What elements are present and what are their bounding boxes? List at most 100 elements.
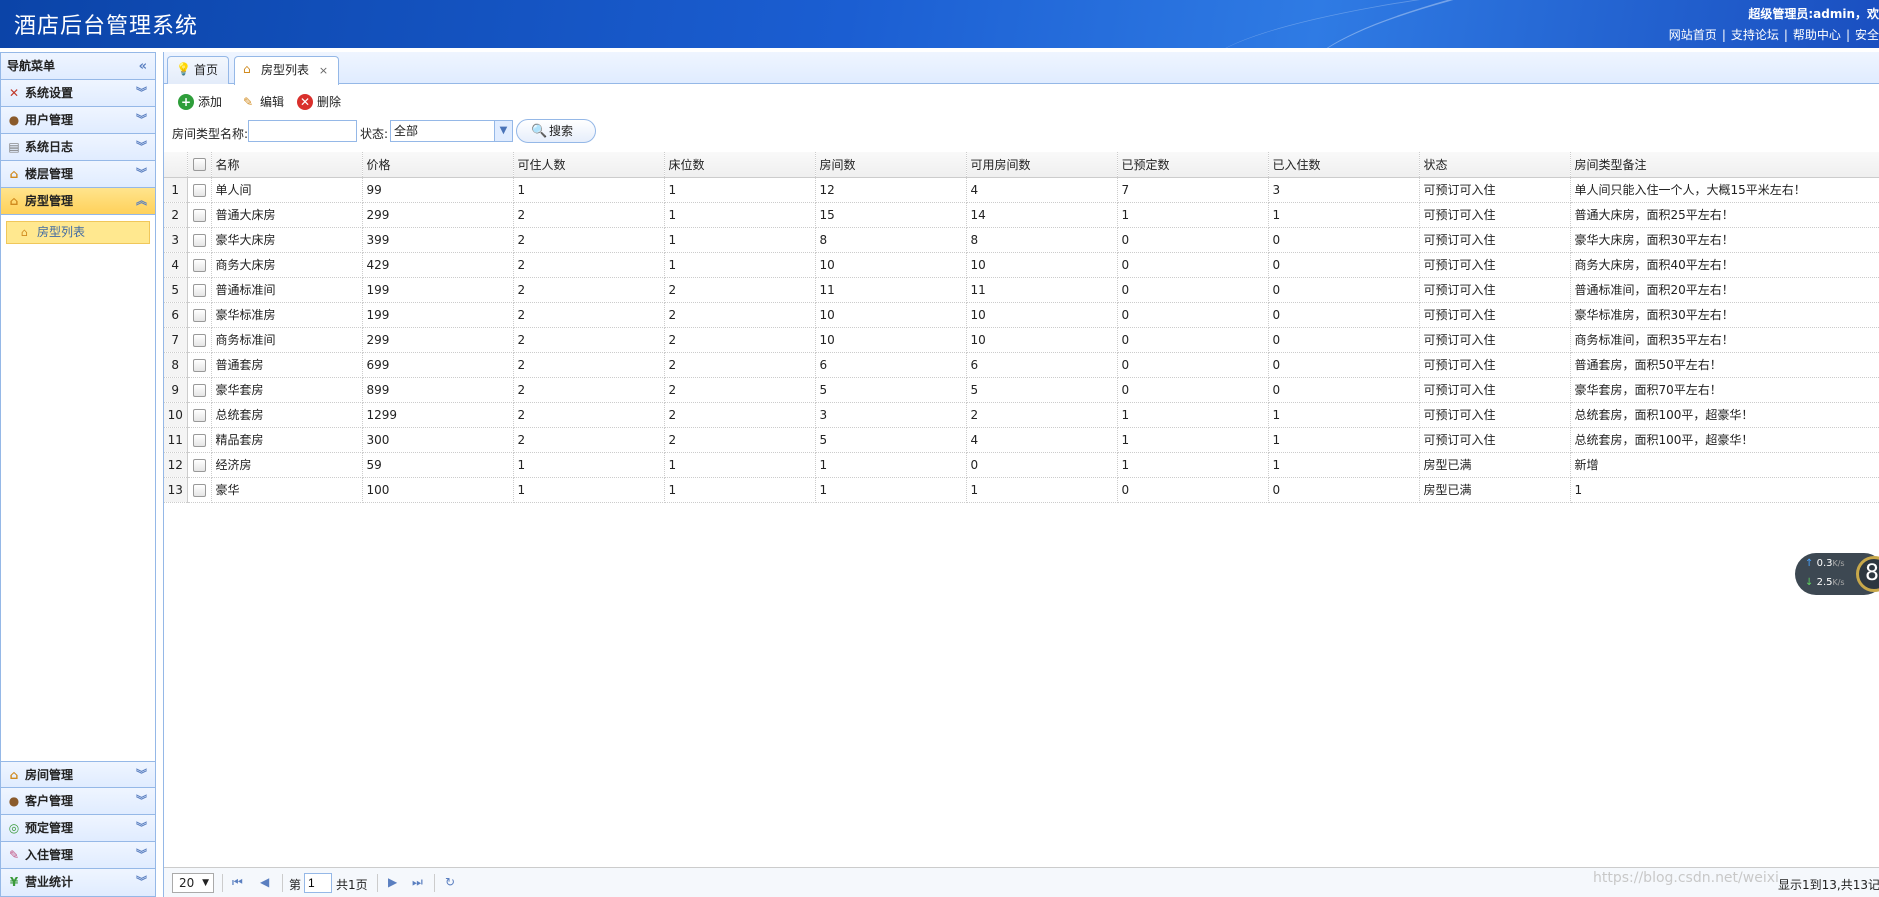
- table-cell: 1: [513, 452, 665, 478]
- sidebar-item-system-settings[interactable]: ✕ 系统设置 ︾: [1, 80, 155, 107]
- column-header[interactable]: 可用房间数: [966, 152, 1118, 178]
- first-page-icon[interactable]: ⏮: [232, 875, 243, 890]
- add-button[interactable]: + 添加: [178, 93, 222, 111]
- select-all-checkbox[interactable]: [192, 158, 206, 172]
- sidebar-item-customer-management[interactable]: ● 客户管理 ︾: [1, 788, 155, 815]
- prev-page-icon[interactable]: ◀: [260, 875, 269, 889]
- column-header[interactable]: 可住人数: [513, 152, 665, 178]
- sidebar-item-user-management[interactable]: ● 用户管理 ︾: [1, 107, 155, 134]
- table-cell: 商务标准间: [211, 327, 363, 353]
- column-header[interactable]: 床位数: [664, 152, 816, 178]
- column-header[interactable]: 状态: [1419, 152, 1571, 178]
- row-checkbox[interactable]: [192, 258, 206, 272]
- table-cell: 1: [1117, 202, 1269, 228]
- column-header[interactable]: 名称: [211, 152, 363, 178]
- double-chevron-left-icon[interactable]: «: [139, 53, 147, 80]
- table-cell: 普通套房，面积50平左右！: [1570, 352, 1879, 378]
- row-checkbox-cell: [187, 427, 212, 453]
- sidebar-item-room-type-management[interactable]: ⌂ 房型管理 ︽: [1, 188, 155, 215]
- chevron-down-icon: ▼: [494, 121, 512, 141]
- sidebar-item-label: 用户管理: [25, 113, 74, 127]
- table-cell: 10: [966, 327, 1118, 353]
- row-checkbox[interactable]: [192, 483, 206, 497]
- row-checkbox[interactable]: [192, 208, 206, 222]
- sidebar-item-system-log[interactable]: ▤ 系统日志 ︾: [1, 134, 155, 161]
- page-number-input[interactable]: [304, 873, 332, 893]
- row-checkbox[interactable]: [192, 183, 206, 197]
- table-cell: 8: [966, 227, 1118, 253]
- link-support-forum[interactable]: 支持论坛: [1731, 28, 1779, 42]
- edit-button[interactable]: ✎ 编辑: [240, 93, 284, 111]
- table-row[interactable]: 13 豪华 100 1 1 1 1 0 0 房型已满 1: [164, 477, 1879, 503]
- column-header[interactable]: 已预定数: [1117, 152, 1269, 178]
- row-checkbox[interactable]: [192, 233, 206, 247]
- chevron-down-icon: ︾: [136, 140, 147, 153]
- sidebar-item-label: 楼层管理: [25, 167, 74, 181]
- next-page-icon[interactable]: ▶: [388, 875, 397, 889]
- table-row[interactable]: 6 豪华标准房 199 2 2 10 10 0 0 可预订可入住 豪华标准房，面积30平左右！: [164, 302, 1879, 328]
- row-checkbox[interactable]: [192, 333, 206, 347]
- network-speed-widget[interactable]: ↑ 0.3K/s ↓ 2.5K/s 8: [1795, 553, 1879, 595]
- table-cell: 2: [664, 327, 816, 353]
- page-size-select[interactable]: 20 ▼: [172, 873, 214, 893]
- row-checkbox-cell: [187, 177, 212, 203]
- status-label: 状态:: [360, 127, 389, 141]
- table-row[interactable]: 2 普通大床房 299 2 1 15 14 1 1 可预订可入住 普通大床房，面积25平左右！: [164, 202, 1879, 228]
- table-row[interactable]: 3 豪华大床房 399 2 1 8 8 0 0 可预订可入住 豪华大床房，面积30平左右！: [164, 227, 1879, 253]
- table-row[interactable]: 5 普通标准间 199 2 2 11 11 0 0 可预订可入住 普通标准间，面积20平左右！: [164, 277, 1879, 303]
- table-cell: 1: [1268, 452, 1420, 478]
- table-row[interactable]: 9 豪华套房 899 2 2 5 5 0 0 可预订可入住 豪华套房，面积70平左右！: [164, 377, 1879, 403]
- row-checkbox[interactable]: [192, 358, 206, 372]
- table-row[interactable]: 11 精品套房 300 2 2 5 4 1 1 可预订可入住 总统套房，面积100平，超豪华！: [164, 427, 1879, 453]
- row-checkbox[interactable]: [192, 408, 206, 422]
- table-cell: 精品套房: [211, 427, 363, 453]
- table-cell: 14: [966, 202, 1118, 228]
- column-header[interactable]: 房间数: [815, 152, 967, 178]
- row-checkbox[interactable]: [192, 433, 206, 447]
- sidebar-item-business-statistics[interactable]: ¥ 营业统计 ︾: [1, 869, 155, 896]
- close-icon[interactable]: ×: [319, 64, 328, 77]
- link-help-center[interactable]: 帮助中心: [1793, 28, 1841, 42]
- table-cell: 商务标准间，面积35平左右！: [1570, 327, 1879, 353]
- table-row[interactable]: 12 经济房 59 1 1 1 0 1 1 房型已满 新增: [164, 452, 1879, 478]
- tab-room-type-list[interactable]: ⌂ 房型列表 ×: [234, 56, 340, 85]
- tab-home[interactable]: 💡 首页: [167, 56, 230, 84]
- search-button[interactable]: 🔍 搜索: [516, 119, 596, 143]
- table-cell: 100: [362, 477, 514, 503]
- row-number: 4: [164, 252, 188, 278]
- room-type-name-input[interactable]: [248, 120, 357, 142]
- table-row[interactable]: 4 商务大床房 429 2 1 10 10 0 0 可预订可入住 商务大床房，面积40平左右！: [164, 252, 1879, 278]
- column-header[interactable]: 已入住数: [1268, 152, 1420, 178]
- plus-icon: +: [178, 94, 194, 110]
- submenu-item-room-type-list[interactable]: ⌂ 房型列表: [6, 221, 150, 244]
- column-header[interactable]: 房间类型备注: [1570, 152, 1879, 178]
- row-checkbox[interactable]: [192, 283, 206, 297]
- table-cell: 2: [664, 402, 816, 428]
- sidebar-item-checkin-management[interactable]: ✎ 入住管理 ︾: [1, 842, 155, 869]
- table-row[interactable]: 10 总统套房 1299 2 2 3 2 1 1 可预订可入住 总统套房，面积100平，超豪华！: [164, 402, 1879, 428]
- row-checkbox[interactable]: [192, 458, 206, 472]
- users-icon: ●: [8, 794, 20, 808]
- table-row[interactable]: 7 商务标准间 299 2 2 10 10 0 0 可预订可入住 商务标准间，面积35平左右！: [164, 327, 1879, 353]
- sidebar-item-floor-management[interactable]: ⌂ 楼层管理 ︾: [1, 161, 155, 188]
- column-header[interactable]: 价格: [362, 152, 514, 178]
- table-cell: 2: [513, 402, 665, 428]
- last-page-icon[interactable]: ⏭: [412, 875, 423, 890]
- row-checkbox[interactable]: [192, 308, 206, 322]
- row-checkbox[interactable]: [192, 383, 206, 397]
- sidebar-item-room-management[interactable]: ⌂ 房间管理 ︾: [1, 761, 155, 788]
- delete-button[interactable]: ✕ 删除: [297, 93, 341, 111]
- status-select[interactable]: 全部 ▼: [390, 120, 513, 142]
- table-cell: 可预订可入住: [1419, 327, 1571, 353]
- link-security[interactable]: 安全: [1855, 28, 1879, 42]
- room-type-name-label: 房间类型名称:: [172, 127, 249, 141]
- table-cell: 8: [815, 227, 967, 253]
- row-checkbox-cell: [187, 352, 212, 378]
- edit-button-label: 编辑: [260, 95, 285, 109]
- table-row[interactable]: 8 普通套房 699 2 2 6 6 0 0 可预订可入住 普通套房，面积50平左右！: [164, 352, 1879, 378]
- table-row[interactable]: 1 单人间 99 1 1 12 4 7 3 可预订可入住 单人间只能入住一个人，大概15平米左右！: [164, 177, 1879, 203]
- sidebar-item-booking-management[interactable]: ◎ 预定管理 ︾: [1, 815, 155, 842]
- refresh-icon[interactable]: ↻: [445, 875, 455, 889]
- link-site-home[interactable]: 网站首页: [1669, 28, 1717, 42]
- table-cell: 3: [815, 402, 967, 428]
